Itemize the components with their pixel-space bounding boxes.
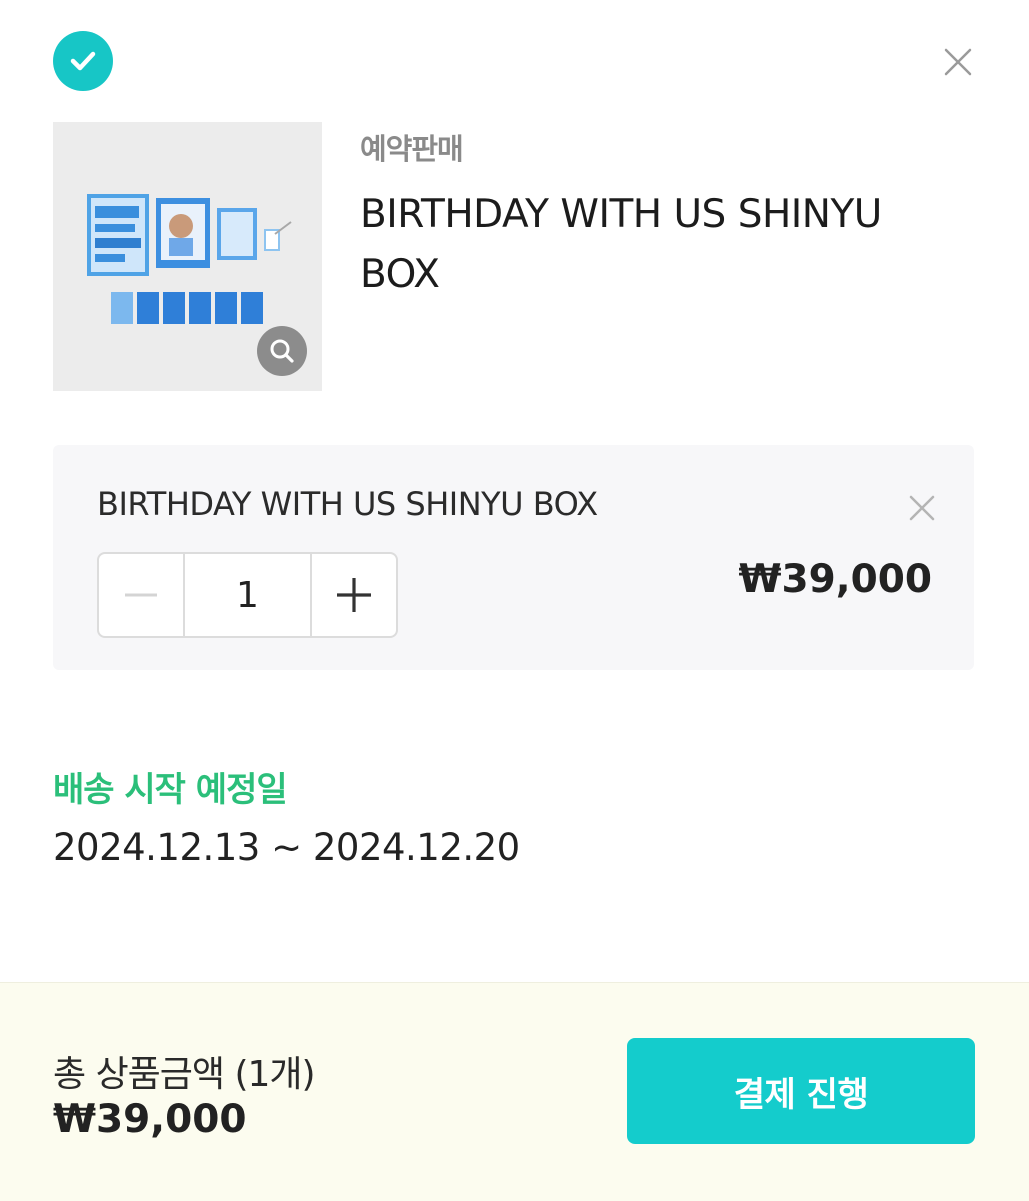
presale-badge: 예약판매 (360, 132, 464, 166)
product-title: BIRTHDAY WITH US SHINYU BOX (360, 192, 882, 297)
plus-icon (337, 578, 371, 612)
option-name: BIRTHDAY WITH US SHINYU BOX (97, 485, 598, 523)
decrease-quantity-button[interactable] (99, 554, 185, 636)
shipping-start-label: 배송 시작 예정일 (53, 770, 288, 810)
minus-icon (125, 593, 157, 597)
checkout-button[interactable]: 결제 진행 (627, 1038, 975, 1144)
option-price: ₩39,000 (738, 557, 932, 602)
increase-quantity-button[interactable] (310, 554, 396, 636)
selected-option-box: BIRTHDAY WITH US SHINYU BOX 1 ₩39,000 (53, 445, 974, 670)
check-circle-icon (53, 31, 113, 91)
shipping-dates: 2024.12.13 ~ 2024.12.20 (53, 826, 520, 869)
total-price: ₩39,000 (53, 1097, 247, 1142)
quantity-value[interactable]: 1 (185, 554, 310, 636)
magnifier-icon[interactable] (257, 326, 307, 376)
close-icon[interactable] (938, 42, 978, 82)
remove-option-icon[interactable] (904, 490, 940, 526)
product-thumbnail[interactable] (53, 122, 322, 391)
total-label: 총 상품금액 (1개) (53, 1054, 316, 1095)
checkout-footer: 총 상품금액 (1개) ₩39,000 결제 진행 (0, 982, 1029, 1201)
quantity-stepper: 1 (97, 552, 398, 638)
